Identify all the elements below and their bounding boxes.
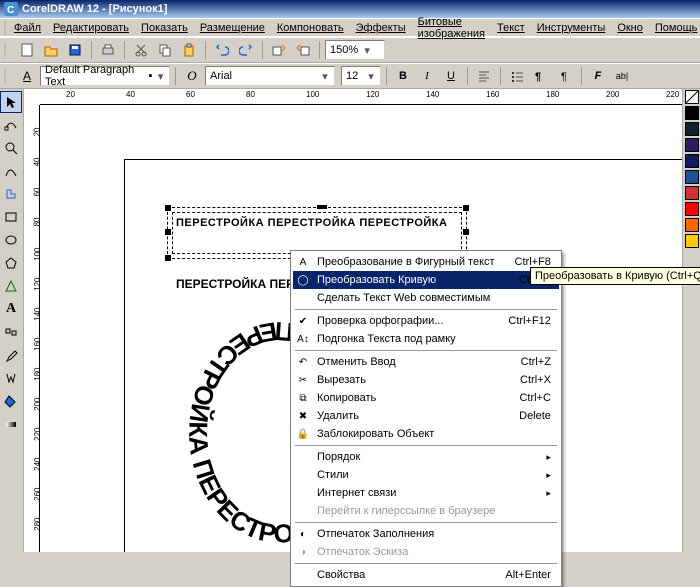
paste-button[interactable] — [178, 39, 200, 61]
interactive-fill-tool[interactable] — [0, 413, 22, 435]
svg-text:¶: ¶ — [561, 71, 567, 83]
menu-edit[interactable]: Редактировать — [47, 20, 135, 36]
ruler-vertical: 20 40 60 80 100 120 140 160 180 200 220 … — [24, 105, 40, 552]
menu-delete[interactable]: ✖УдалитьDelete — [293, 407, 559, 425]
canvas-text-1[interactable]: ПЕРЕСТРОЙКА ПЕРЕСТРОЙКА ПЕРЕСТРОЙКА — [176, 217, 447, 229]
grip[interactable] — [4, 21, 6, 35]
menu-bitmaps[interactable]: Битовые изображения — [412, 14, 491, 42]
menu-fit-text[interactable]: A↕Подгонка Текста под рамку — [293, 330, 559, 348]
polygon-tool[interactable] — [0, 252, 22, 274]
swatch[interactable] — [685, 122, 699, 136]
artistic-text-icon[interactable]: A — [16, 65, 38, 87]
underline-button[interactable]: U — [440, 65, 462, 87]
zoom-tool[interactable] — [0, 137, 22, 159]
menu-copy[interactable]: ⧉КопироватьCtrl+C — [293, 389, 559, 407]
menu-cut[interactable]: ✂ВырезатьCtrl+X — [293, 371, 559, 389]
align-button[interactable] — [473, 65, 495, 87]
nonprint-button[interactable]: ¶ — [554, 65, 576, 87]
menu-file[interactable]: Файл — [8, 20, 47, 36]
text-format-button[interactable]: F — [587, 65, 609, 87]
cut-button[interactable] — [130, 39, 152, 61]
menu-hyperlink: Перейти к гиперссылке в браузере — [293, 502, 559, 520]
font-icon: O — [181, 65, 203, 87]
property-bar: A Default Paragraph Text▪▾ O Arial▾ 12▾ … — [0, 63, 700, 89]
new-button[interactable] — [16, 39, 38, 61]
menu-help[interactable]: Помощь — [649, 20, 700, 36]
menu-spellcheck[interactable]: ✔Проверка орфографии...Ctrl+F12 — [293, 312, 559, 330]
basicshape-tool[interactable] — [0, 275, 22, 297]
rectangle-tool[interactable] — [0, 206, 22, 228]
bullets-button[interactable] — [506, 65, 528, 87]
font-size-combo[interactable]: 12▾ — [341, 66, 381, 86]
menu-internet[interactable]: Интернет связи▸ — [293, 484, 559, 502]
shape-tool[interactable] — [0, 114, 22, 136]
menubar: Файл Редактировать Показать Размещение К… — [0, 18, 700, 37]
ruler-horizontal: 20 40 60 80 100 120 140 160 180 200 220 — [40, 89, 682, 105]
save-button[interactable] — [64, 39, 86, 61]
menu-overprint-outline: ◑Отпечаток Эскиза — [293, 543, 559, 561]
standard-toolbar: 150%▾ — [0, 37, 700, 63]
swatch[interactable] — [685, 106, 699, 120]
menu-make-web[interactable]: Сделать Текст Web совместимым — [293, 289, 559, 307]
menu-styles[interactable]: Стили▸ — [293, 466, 559, 484]
tooltip: Преобразовать в Кривую (Ctrl+Q) — [530, 267, 700, 285]
toolbox: A — [0, 89, 24, 552]
menu-window[interactable]: Окно — [611, 20, 649, 36]
svg-text:¶: ¶ — [535, 71, 541, 83]
pick-tool[interactable] — [0, 91, 22, 113]
outline-tool[interactable] — [0, 367, 22, 389]
swatch[interactable] — [685, 218, 699, 232]
menu-view[interactable]: Показать — [135, 20, 194, 36]
blend-tool[interactable] — [0, 321, 22, 343]
open-button[interactable] — [40, 39, 62, 61]
edit-text-button[interactable]: ab| — [611, 65, 633, 87]
menu-arrange[interactable]: Компоновать — [271, 20, 350, 36]
swatch[interactable] — [685, 186, 699, 200]
redo-button[interactable] — [235, 39, 257, 61]
smartdraw-tool[interactable] — [0, 183, 22, 205]
fill-tool[interactable] — [0, 390, 22, 412]
export-button[interactable] — [292, 39, 314, 61]
swatch[interactable] — [685, 202, 699, 216]
menu-text[interactable]: Текст — [491, 20, 531, 36]
swatch[interactable] — [685, 138, 699, 152]
swatch-none[interactable] — [685, 90, 699, 104]
menu-tools[interactable]: Инструменты — [531, 20, 612, 36]
menu-layout[interactable]: Размещение — [194, 20, 271, 36]
menu-properties[interactable]: СвойстваAlt+Enter — [293, 566, 559, 584]
zoom-combo[interactable]: 150%▾ — [325, 40, 385, 60]
grip[interactable] — [4, 69, 12, 83]
app-icon: C — [4, 2, 18, 16]
context-menu: AПреобразование в Фигурный текстCtrl+F8 … — [290, 250, 562, 587]
menu-effects[interactable]: Эффекты — [350, 20, 412, 36]
menu-convert-artistic[interactable]: AПреобразование в Фигурный текстCtrl+F8 — [293, 253, 559, 271]
eyedropper-tool[interactable] — [0, 344, 22, 366]
copy-button[interactable] — [154, 39, 176, 61]
swatch[interactable] — [685, 170, 699, 184]
menu-undo[interactable]: ↶Отменить ВводCtrl+Z — [293, 353, 559, 371]
italic-button[interactable]: I — [416, 65, 438, 87]
menu-overprint-fill[interactable]: ◐Отпечаток Заполнения — [293, 525, 559, 543]
bold-button[interactable]: B — [392, 65, 414, 87]
swatch[interactable] — [685, 154, 699, 168]
menu-convert-curves[interactable]: ◯Преобразовать КривуюCtrl+Q — [293, 271, 559, 289]
grip[interactable] — [4, 43, 12, 57]
print-button[interactable] — [97, 39, 119, 61]
color-palette — [682, 89, 700, 552]
dropcap-button[interactable]: ¶ — [530, 65, 552, 87]
import-button[interactable] — [268, 39, 290, 61]
ellipse-tool[interactable] — [0, 229, 22, 251]
undo-button[interactable] — [211, 39, 233, 61]
menu-lock[interactable]: 🔒Заблокировать Объект — [293, 425, 559, 443]
window-title: CorelDRAW 12 - [Рисунок1] — [22, 0, 167, 18]
freehand-tool[interactable] — [0, 160, 22, 182]
font-combo[interactable]: Arial▾ — [205, 66, 335, 86]
menu-order[interactable]: Порядок▸ — [293, 448, 559, 466]
paragraph-style-combo[interactable]: Default Paragraph Text▪▾ — [40, 66, 170, 86]
svg-text:C: C — [7, 5, 14, 16]
text-tool[interactable]: A — [0, 298, 22, 320]
titlebar: C CorelDRAW 12 - [Рисунок1] — [0, 0, 700, 18]
swatch[interactable] — [685, 234, 699, 248]
